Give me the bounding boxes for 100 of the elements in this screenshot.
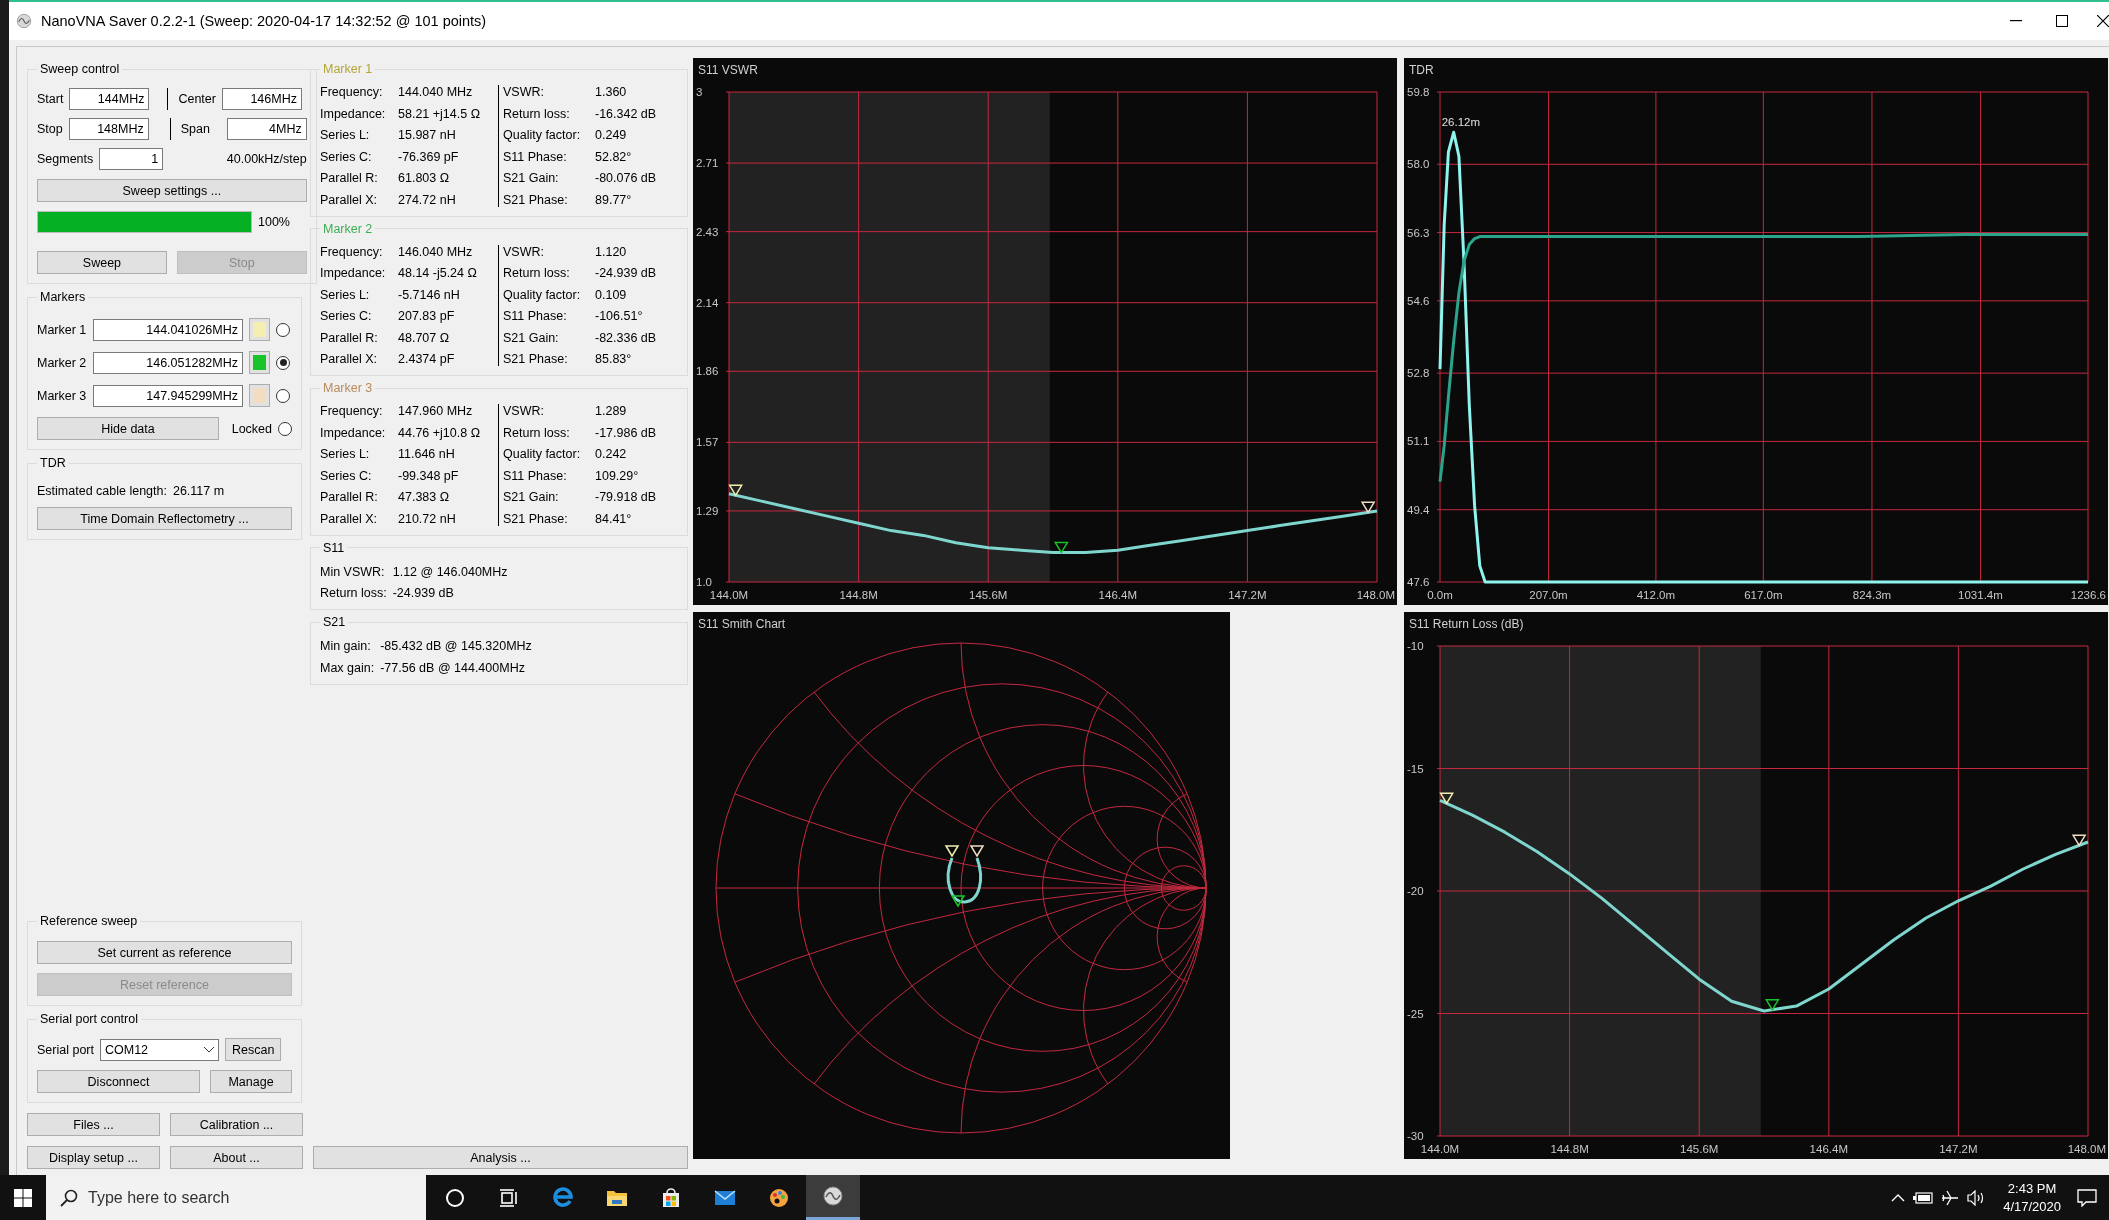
field-value: 26.117 m xyxy=(172,484,225,498)
field-label: Impedance: xyxy=(320,106,387,121)
field-value: 207.83 pF xyxy=(398,309,456,323)
marker-frequency-field[interactable]: 144.041026MHz xyxy=(93,318,243,341)
marker-radio[interactable] xyxy=(276,355,290,370)
start-field[interactable]: 144MHz xyxy=(69,88,150,110)
stop-field[interactable]: 148MHz xyxy=(68,118,149,140)
field-label: Series L: xyxy=(320,287,371,302)
field-value: -82.336 dB xyxy=(595,330,657,345)
field-value: -85.432 dB @ 145.320MHz xyxy=(380,639,533,653)
field-value: 1.120 xyxy=(595,244,628,259)
chart-title: TDR xyxy=(1409,63,1434,77)
notification-icon[interactable] xyxy=(2077,1188,2097,1207)
tick-label: 412.0m xyxy=(1636,589,1676,601)
search-field[interactable]: Type here to search xyxy=(46,1175,426,1220)
taskbar-app-button[interactable] xyxy=(806,1175,860,1220)
field-value: 89.77° xyxy=(595,192,633,207)
serial-port-dropdown[interactable]: COM12 xyxy=(100,1038,219,1061)
field-label: Min gain: xyxy=(320,639,372,653)
tick-label: 144.8M xyxy=(839,589,878,601)
toolbar-button[interactable]: Analysis ... xyxy=(313,1146,688,1169)
search-input[interactable]: Type here to search xyxy=(88,1182,408,1213)
field-label: Parallel R: xyxy=(320,490,379,504)
chart-title: S11 Smith Chart xyxy=(698,617,786,631)
tick-label: -25 xyxy=(1407,1007,1424,1020)
toolbar-button[interactable]: Display setup ... xyxy=(27,1146,160,1169)
field-value: 52.82° xyxy=(595,149,633,164)
marker-radio[interactable] xyxy=(276,322,290,337)
set-reference-button[interactable]: Set current as reference xyxy=(37,941,292,964)
field-label: Min VSWR: xyxy=(320,564,386,579)
chevron-up-icon[interactable] xyxy=(1891,1193,1906,1202)
tick-label: 49.4 xyxy=(1407,503,1430,516)
marker-frequency-field[interactable]: 147.945299MHz xyxy=(93,384,243,407)
windows-logo-icon[interactable] xyxy=(14,1188,32,1207)
toolbar-button[interactable]: Calibration ... xyxy=(170,1113,303,1136)
field-label: Frequency: xyxy=(320,244,384,259)
field-value: 0.249 xyxy=(595,128,628,142)
field-label: Serial port xyxy=(37,1042,94,1057)
field-label: Parallel R: xyxy=(320,171,379,185)
field-label: Frequency: xyxy=(320,404,384,418)
field-value: 147.960 MHz xyxy=(398,404,474,418)
field-label: S11 Phase: xyxy=(503,149,568,164)
field-label: Series C: xyxy=(320,468,373,483)
group-title: Sweep control xyxy=(39,62,121,76)
field-label: Max gain: xyxy=(320,660,375,675)
sweep-settings-button[interactable]: Sweep settings ... xyxy=(37,179,307,202)
battery-icon[interactable] xyxy=(1913,1191,1934,1204)
span-field[interactable]: 4MHz xyxy=(226,118,307,140)
browser-icon xyxy=(551,1185,575,1210)
chart-title: S11 VSWR xyxy=(698,63,758,77)
tick-label: 144.8M xyxy=(1550,1143,1589,1155)
clock-time[interactable]: 2:43 PM xyxy=(2007,1179,2057,1198)
tick-label: 1031.4m xyxy=(1958,589,2003,601)
field-label: Parallel X: xyxy=(320,352,378,366)
field-label: Start xyxy=(37,92,64,106)
tick-label: 146.4M xyxy=(1098,589,1137,601)
close-icon[interactable] xyxy=(2097,15,2109,27)
tick-label: 144.0M xyxy=(709,589,749,601)
toolbar-button[interactable]: Files ... xyxy=(27,1113,160,1136)
marker-color-button[interactable] xyxy=(249,384,270,407)
field-value: 15.987 nH xyxy=(398,128,457,142)
manage-button[interactable]: Manage xyxy=(210,1070,292,1093)
group-title: Marker 3 xyxy=(322,381,374,395)
field-value: -24.939 dB xyxy=(392,586,455,600)
field-value: 274.72 nH xyxy=(398,192,457,207)
field-value: -77.56 dB @ 144.400MHz xyxy=(380,660,526,675)
locked-radio[interactable] xyxy=(278,421,292,436)
field-label: Marker 2 xyxy=(37,355,87,370)
toolbar-button[interactable]: About ... xyxy=(170,1146,303,1169)
rescan-button[interactable]: Rescan xyxy=(225,1038,282,1061)
group-title: Marker 2 xyxy=(322,221,374,236)
tick-label: 1.86 xyxy=(696,365,719,378)
minimize-icon[interactable] xyxy=(2010,20,2022,22)
airplane-icon[interactable] xyxy=(1941,1188,1960,1207)
field-value: 48.14 -j5.24 Ω xyxy=(398,266,478,280)
clock-date[interactable]: 4/17/2020 xyxy=(2003,1197,2061,1216)
sweep-button[interactable]: Sweep xyxy=(37,251,167,274)
group-title: TDR xyxy=(39,456,67,470)
field-label: Return loss: xyxy=(320,586,387,600)
maximize-icon[interactable] xyxy=(2056,15,2068,27)
marker-color-button[interactable] xyxy=(249,351,270,374)
field-label: Center xyxy=(178,92,216,106)
disconnect-button[interactable]: Disconnect xyxy=(37,1070,200,1093)
tick-label: 145.6M xyxy=(969,589,1008,601)
tick-label: 146.4M xyxy=(1809,1143,1848,1155)
chart-title: S11 Return Loss (dB) xyxy=(1409,617,1524,631)
center-field[interactable]: 146MHz xyxy=(221,88,302,110)
field-label: Quality factor: xyxy=(503,447,582,461)
marker-radio[interactable] xyxy=(276,388,290,403)
tick-label: 207.0m xyxy=(1529,589,1568,601)
field-label: VSWR: xyxy=(503,244,545,259)
marker-frequency-field[interactable]: 146.051282MHz xyxy=(93,351,243,374)
marker-color-button[interactable] xyxy=(249,318,270,341)
segments-field[interactable]: 1 xyxy=(99,148,164,170)
tdr-button[interactable]: Time Domain Reflectometry ... xyxy=(37,507,292,530)
field-value: -79.918 dB xyxy=(595,490,657,504)
tick-label: 59.8 xyxy=(1407,86,1430,98)
field-label: Parallel X: xyxy=(320,511,378,526)
tick-label: 147.2M xyxy=(1939,1143,1978,1155)
hide-data-button[interactable]: Hide data xyxy=(37,417,219,440)
